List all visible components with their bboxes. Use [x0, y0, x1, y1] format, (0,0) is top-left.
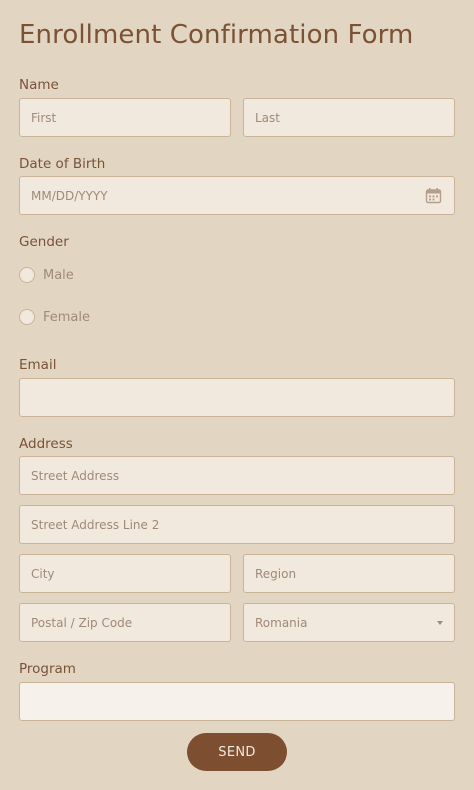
form-title: Enrollment Confirmation Form — [19, 20, 414, 50]
gender-label: Gender — [19, 234, 69, 250]
street-address-line2-placeholder: Street Address Line 2 — [31, 517, 160, 532]
female-label: Female — [43, 309, 91, 325]
region-placeholder: Region — [255, 566, 297, 581]
address-label: Address — [19, 436, 73, 452]
postal-code-input[interactable]: Postal / Zip Code — [19, 603, 231, 642]
country-selected-value: Romania — [255, 615, 308, 630]
dob-input[interactable]: MM/DD/YYYY — [19, 176, 455, 215]
gender-option-male[interactable]: Male — [19, 267, 74, 283]
last-name-placeholder: Last — [255, 110, 280, 125]
street-address-placeholder: Street Address — [31, 468, 120, 483]
country-select[interactable]: Romania — [243, 603, 455, 642]
gender-option-female[interactable]: Female — [19, 309, 90, 325]
city-placeholder: City — [31, 566, 55, 581]
program-label: Program — [19, 661, 76, 677]
male-radio[interactable] — [19, 267, 35, 283]
postal-code-placeholder: Postal / Zip Code — [31, 615, 133, 630]
name-label: Name — [19, 77, 59, 93]
dob-placeholder: MM/DD/YYYY — [31, 188, 108, 203]
first-name-input[interactable]: First — [19, 98, 231, 137]
email-label: Email — [19, 357, 57, 373]
email-input[interactable] — [19, 378, 455, 417]
city-input[interactable]: City — [19, 554, 231, 593]
female-radio[interactable] — [19, 309, 35, 325]
dob-label: Date of Birth — [19, 156, 106, 172]
chevron-down-icon — [437, 621, 443, 625]
region-input[interactable]: Region — [243, 554, 455, 593]
program-input[interactable] — [19, 682, 455, 721]
street-address-input[interactable]: Street Address — [19, 456, 455, 495]
last-name-input[interactable]: Last — [243, 98, 455, 137]
street-address-line2-input[interactable]: Street Address Line 2 — [19, 505, 455, 544]
first-name-placeholder: First — [31, 110, 57, 125]
male-label: Male — [43, 267, 74, 283]
calendar-icon[interactable] — [425, 187, 442, 204]
send-button[interactable]: SEND — [187, 733, 287, 771]
